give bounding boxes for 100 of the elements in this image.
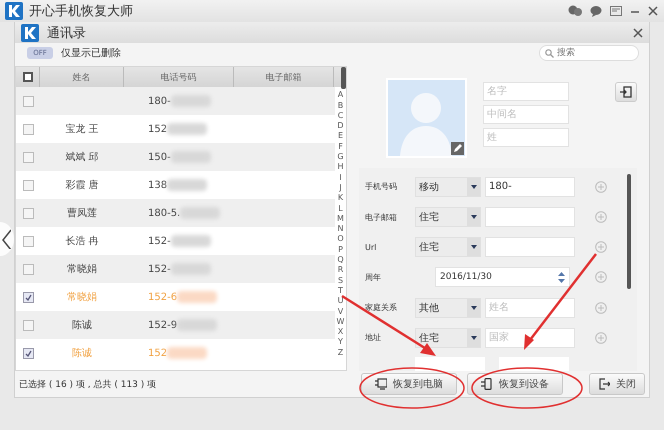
add-icon[interactable] [595, 211, 607, 224]
index-letter[interactable]: F [338, 142, 343, 152]
window-icon[interactable] [610, 5, 622, 17]
blurred-redaction [170, 235, 211, 248]
chevron-left-icon [2, 229, 11, 249]
table-row[interactable]: 常晓娟 152- [16, 255, 335, 284]
row-checkbox[interactable] [22, 96, 34, 107]
index-letter[interactable]: P [338, 244, 343, 256]
select-all-checkbox[interactable] [22, 72, 32, 82]
index-letter[interactable]: T [338, 286, 343, 296]
add-icon[interactable] [595, 180, 607, 193]
row-checkbox[interactable] [22, 180, 34, 191]
scrollbar-thumb[interactable] [627, 174, 631, 290]
index-letter[interactable]: Q [337, 255, 344, 266]
field-label: 电子邮箱 [365, 212, 398, 223]
index-letter[interactable]: W [336, 316, 344, 328]
blurred-redaction [167, 179, 208, 192]
scrollbar-thumb[interactable] [341, 67, 346, 90]
index-letter[interactable]: U [338, 296, 344, 307]
index-letter[interactable]: O [337, 234, 344, 245]
spinner-icon [558, 272, 565, 283]
restore-to-computer-button[interactable]: 恢复到电脑 [361, 373, 457, 396]
export-button[interactable] [615, 82, 637, 102]
contact-name: 陈诚 [72, 318, 92, 332]
index-letter[interactable]: R [338, 265, 344, 276]
field-label: 手机号码 [365, 181, 398, 192]
phone-number: 152-9 [148, 320, 178, 331]
input-field[interactable]: 180- [485, 176, 575, 197]
index-letter[interactable]: B [338, 100, 344, 111]
input-field[interactable] [415, 357, 485, 372]
message-icon[interactable] [590, 5, 602, 17]
index-letter[interactable]: Z [338, 348, 344, 358]
index-letter[interactable]: A [338, 90, 344, 101]
row-checkbox[interactable] [22, 292, 34, 303]
input-field[interactable]: 姓名 [485, 298, 575, 318]
add-icon[interactable] [595, 271, 607, 284]
index-letter[interactable]: J [339, 182, 342, 194]
index-letter[interactable]: I [339, 172, 342, 183]
contact-name: 斌斌 邱 [65, 150, 99, 164]
name-field[interactable]: 姓 [483, 128, 569, 148]
app-title: 开心手机恢复大师 [29, 3, 134, 20]
contact-name: 彩霞 唐 [65, 178, 99, 192]
type-dropdown[interactable]: 移动 [415, 176, 481, 197]
phone-number: 138 [148, 180, 168, 191]
table-row[interactable]: 斌斌 邱 150- [16, 143, 335, 172]
caret-icon [470, 304, 478, 311]
search-field[interactable]: 搜索 [539, 45, 639, 62]
row-checkbox[interactable] [22, 264, 34, 275]
row-checkbox[interactable] [22, 320, 34, 331]
chat-icon[interactable] [568, 5, 582, 17]
table-row[interactable]: 陈诚 152-9 [16, 311, 335, 340]
phone-number: 180- [148, 96, 171, 107]
index-letter[interactable]: K [338, 193, 344, 204]
index-letter[interactable]: G [337, 152, 344, 162]
close-icon[interactable] [633, 28, 643, 38]
index-letter[interactable]: V [338, 306, 344, 317]
close-icon[interactable] [648, 6, 658, 16]
index-letter[interactable]: C [338, 110, 344, 122]
input-field[interactable] [485, 237, 575, 258]
blurred-redaction [167, 347, 208, 360]
row-checkbox[interactable] [22, 124, 34, 135]
row-checkbox[interactable] [22, 348, 34, 359]
row-checkbox[interactable] [22, 236, 34, 247]
index-letter[interactable]: S [338, 276, 344, 286]
index-letter[interactable]: N [338, 224, 344, 234]
table-row[interactable]: 180- [16, 87, 335, 116]
input-field[interactable]: 国家 [485, 328, 575, 348]
index-letter[interactable]: L [338, 204, 343, 214]
input-field[interactable] [499, 357, 569, 372]
table-row[interactable]: 长浩 冉 152- [16, 227, 335, 256]
add-icon[interactable] [595, 302, 607, 314]
date-field[interactable]: 2016/11/30 [435, 267, 570, 288]
close-button[interactable]: 关闭 [589, 373, 645, 396]
add-icon[interactable] [595, 241, 607, 254]
row-checkbox[interactable] [22, 152, 34, 163]
type-dropdown[interactable]: 住宅 [415, 207, 481, 228]
index-letter[interactable]: Y [338, 337, 343, 348]
type-dropdown[interactable]: 其他 [415, 298, 481, 318]
index-letter[interactable]: X [338, 327, 344, 338]
field-label: Url [365, 242, 378, 252]
table-row[interactable]: 彩霞 唐 138 [16, 171, 335, 200]
name-field[interactable]: 名字 [483, 82, 569, 102]
name-field[interactable]: 中间名 [483, 105, 569, 124]
table-row[interactable]: 宝龙 王 152 [16, 115, 335, 144]
restore-to-device-button[interactable]: 恢复到设备 [467, 373, 563, 396]
index-letter[interactable]: E [338, 131, 344, 142]
index-letter[interactable]: D [337, 121, 344, 132]
type-dropdown[interactable]: 住宅 [415, 237, 481, 258]
type-dropdown[interactable]: 住宅 [415, 328, 481, 348]
row-checkbox[interactable] [22, 208, 34, 219]
index-letter[interactable]: M [337, 214, 344, 224]
exit-icon [598, 378, 610, 390]
search-icon [545, 49, 554, 58]
field-label: 周年 [365, 272, 382, 283]
pencil-icon[interactable] [451, 142, 464, 156]
filter-label: 仅显示已删除 [61, 47, 122, 60]
add-icon[interactable] [595, 332, 607, 344]
input-field[interactable] [485, 207, 575, 228]
index-letter[interactable]: H [337, 162, 344, 173]
table-row[interactable]: 曹凤莲 180-5. [16, 199, 335, 228]
